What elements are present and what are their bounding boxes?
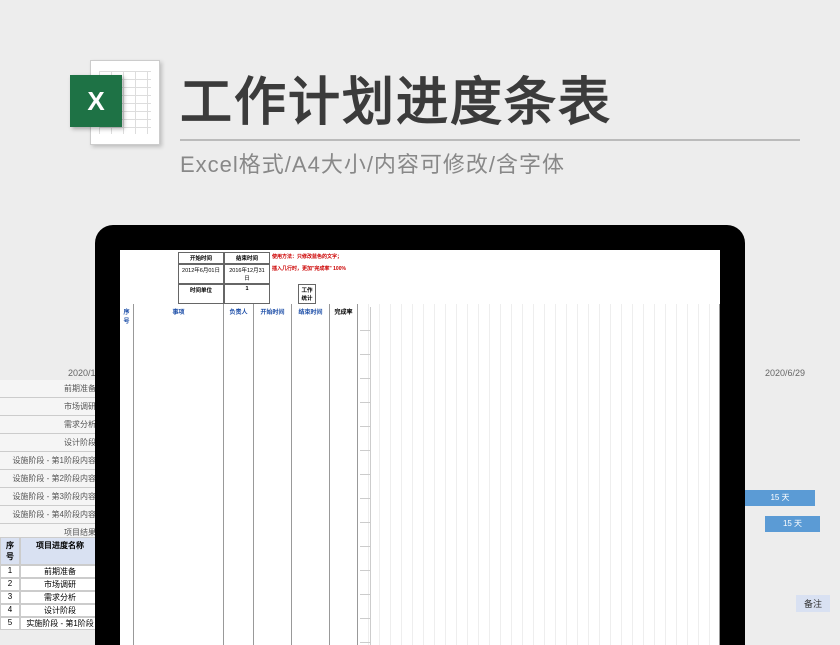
bg-bottom-row: 2市场调研	[0, 578, 100, 591]
timeline-cell	[360, 355, 371, 379]
hdr-unit-value: 1	[224, 284, 270, 304]
timeline-cell	[360, 571, 371, 595]
bg-left-row: 设施阶段 - 第2阶段内容	[0, 470, 100, 488]
instruction-2: 插入几行时，更加"完成率" 100%	[270, 264, 390, 284]
col-idx: 序号	[120, 304, 134, 645]
timeline-cell	[360, 307, 371, 331]
bg-left-row: 设计阶段	[0, 434, 100, 452]
timeline-cell	[360, 451, 371, 475]
hdr-start-value: 2012年6月01日	[178, 264, 224, 284]
bg-bottom-h1: 序号	[0, 537, 20, 565]
timeline-cell	[360, 475, 371, 499]
timeline-cell	[360, 331, 371, 355]
timeline-cell	[360, 499, 371, 523]
column-headers: 序号 事项 负责人 开始时间 结束时间 完成率	[120, 304, 720, 645]
excel-icon-badge: X	[70, 75, 122, 127]
col-task: 事项	[134, 304, 224, 645]
page-header: X 工作计划进度条表 Excel格式/A4大小/内容可修改/含字体	[70, 60, 800, 179]
hdr-start-label: 开始时间	[178, 252, 224, 264]
bg-left-row: 需求分析	[0, 416, 100, 434]
bg-left-row: 前期准备	[0, 380, 100, 398]
bg-bottom-h2: 项目进度名称	[20, 537, 100, 565]
timeline-cell	[360, 379, 371, 403]
col-start: 开始时间	[254, 304, 292, 645]
hdr-stat-label: 工作统计	[298, 284, 316, 304]
bg-sheet-left: 前期准备市场调研需求分析设计阶段设施阶段 - 第1阶段内容设施阶段 - 第2阶段…	[0, 380, 100, 560]
col-end: 结束时间	[292, 304, 330, 645]
col-owner: 负责人	[224, 304, 254, 645]
bg-bottom-table: 序号 项目进度名称 1前期准备2市场调研3需求分析4设计阶段5实施阶段 - 第1…	[0, 537, 100, 630]
bg-bottom-row: 3需求分析	[0, 591, 100, 604]
bg-bottom-row: 5实施阶段 - 第1阶段	[0, 617, 100, 630]
bg-sheet-right: 15 天 15 天	[745, 380, 840, 542]
timeline-cell	[360, 403, 371, 427]
hdr-end-value: 2016年12月31日	[224, 264, 270, 284]
hdr-end-label: 结束时间	[224, 252, 270, 264]
bg-left-row: 设施阶段 - 第1阶段内容	[0, 452, 100, 470]
timeline-cell	[360, 427, 371, 451]
timeline-cell	[360, 619, 371, 643]
bg-bar-2: 15 天	[765, 516, 820, 532]
timeline-cell	[360, 547, 371, 571]
sheet-top-header: 开始时间 结束时间 使用方法：只修改蓝色的文字； 2012年6月01日 2016…	[120, 250, 720, 304]
title-block: 工作计划进度条表 Excel格式/A4大小/内容可修改/含字体	[180, 60, 800, 179]
spreadsheet-screen: 开始时间 结束时间 使用方法：只修改蓝色的文字； 2012年6月01日 2016…	[120, 250, 720, 645]
bg-bottom-row: 1前期准备	[0, 565, 100, 578]
hdr-unit-label: 时间单位	[178, 284, 224, 304]
timeline-cell	[360, 523, 371, 547]
subtitle: Excel格式/A4大小/内容可修改/含字体	[180, 147, 800, 179]
laptop-frame: 开始时间 结束时间 使用方法：只修改蓝色的文字； 2012年6月01日 2016…	[95, 225, 745, 645]
excel-icon: X	[70, 60, 160, 150]
bg-left-row: 设施阶段 - 第3阶段内容	[0, 488, 100, 506]
bg-footer-label: 备注	[796, 595, 830, 612]
bg-bar-1: 15 天	[745, 490, 815, 506]
bg-left-row: 市场调研	[0, 398, 100, 416]
bg-left-row: 设施阶段 - 第4阶段内容	[0, 506, 100, 524]
bg-bottom-row: 4设计阶段	[0, 604, 100, 617]
col-rate: 完成率	[330, 304, 358, 645]
main-title: 工作计划进度条表	[180, 60, 800, 141]
timeline-cell	[360, 595, 371, 619]
instruction-1: 使用方法：只修改蓝色的文字；	[270, 252, 390, 264]
bg-date-right: 2020/6/29	[765, 368, 805, 378]
col-gantt-timeline	[358, 304, 720, 645]
